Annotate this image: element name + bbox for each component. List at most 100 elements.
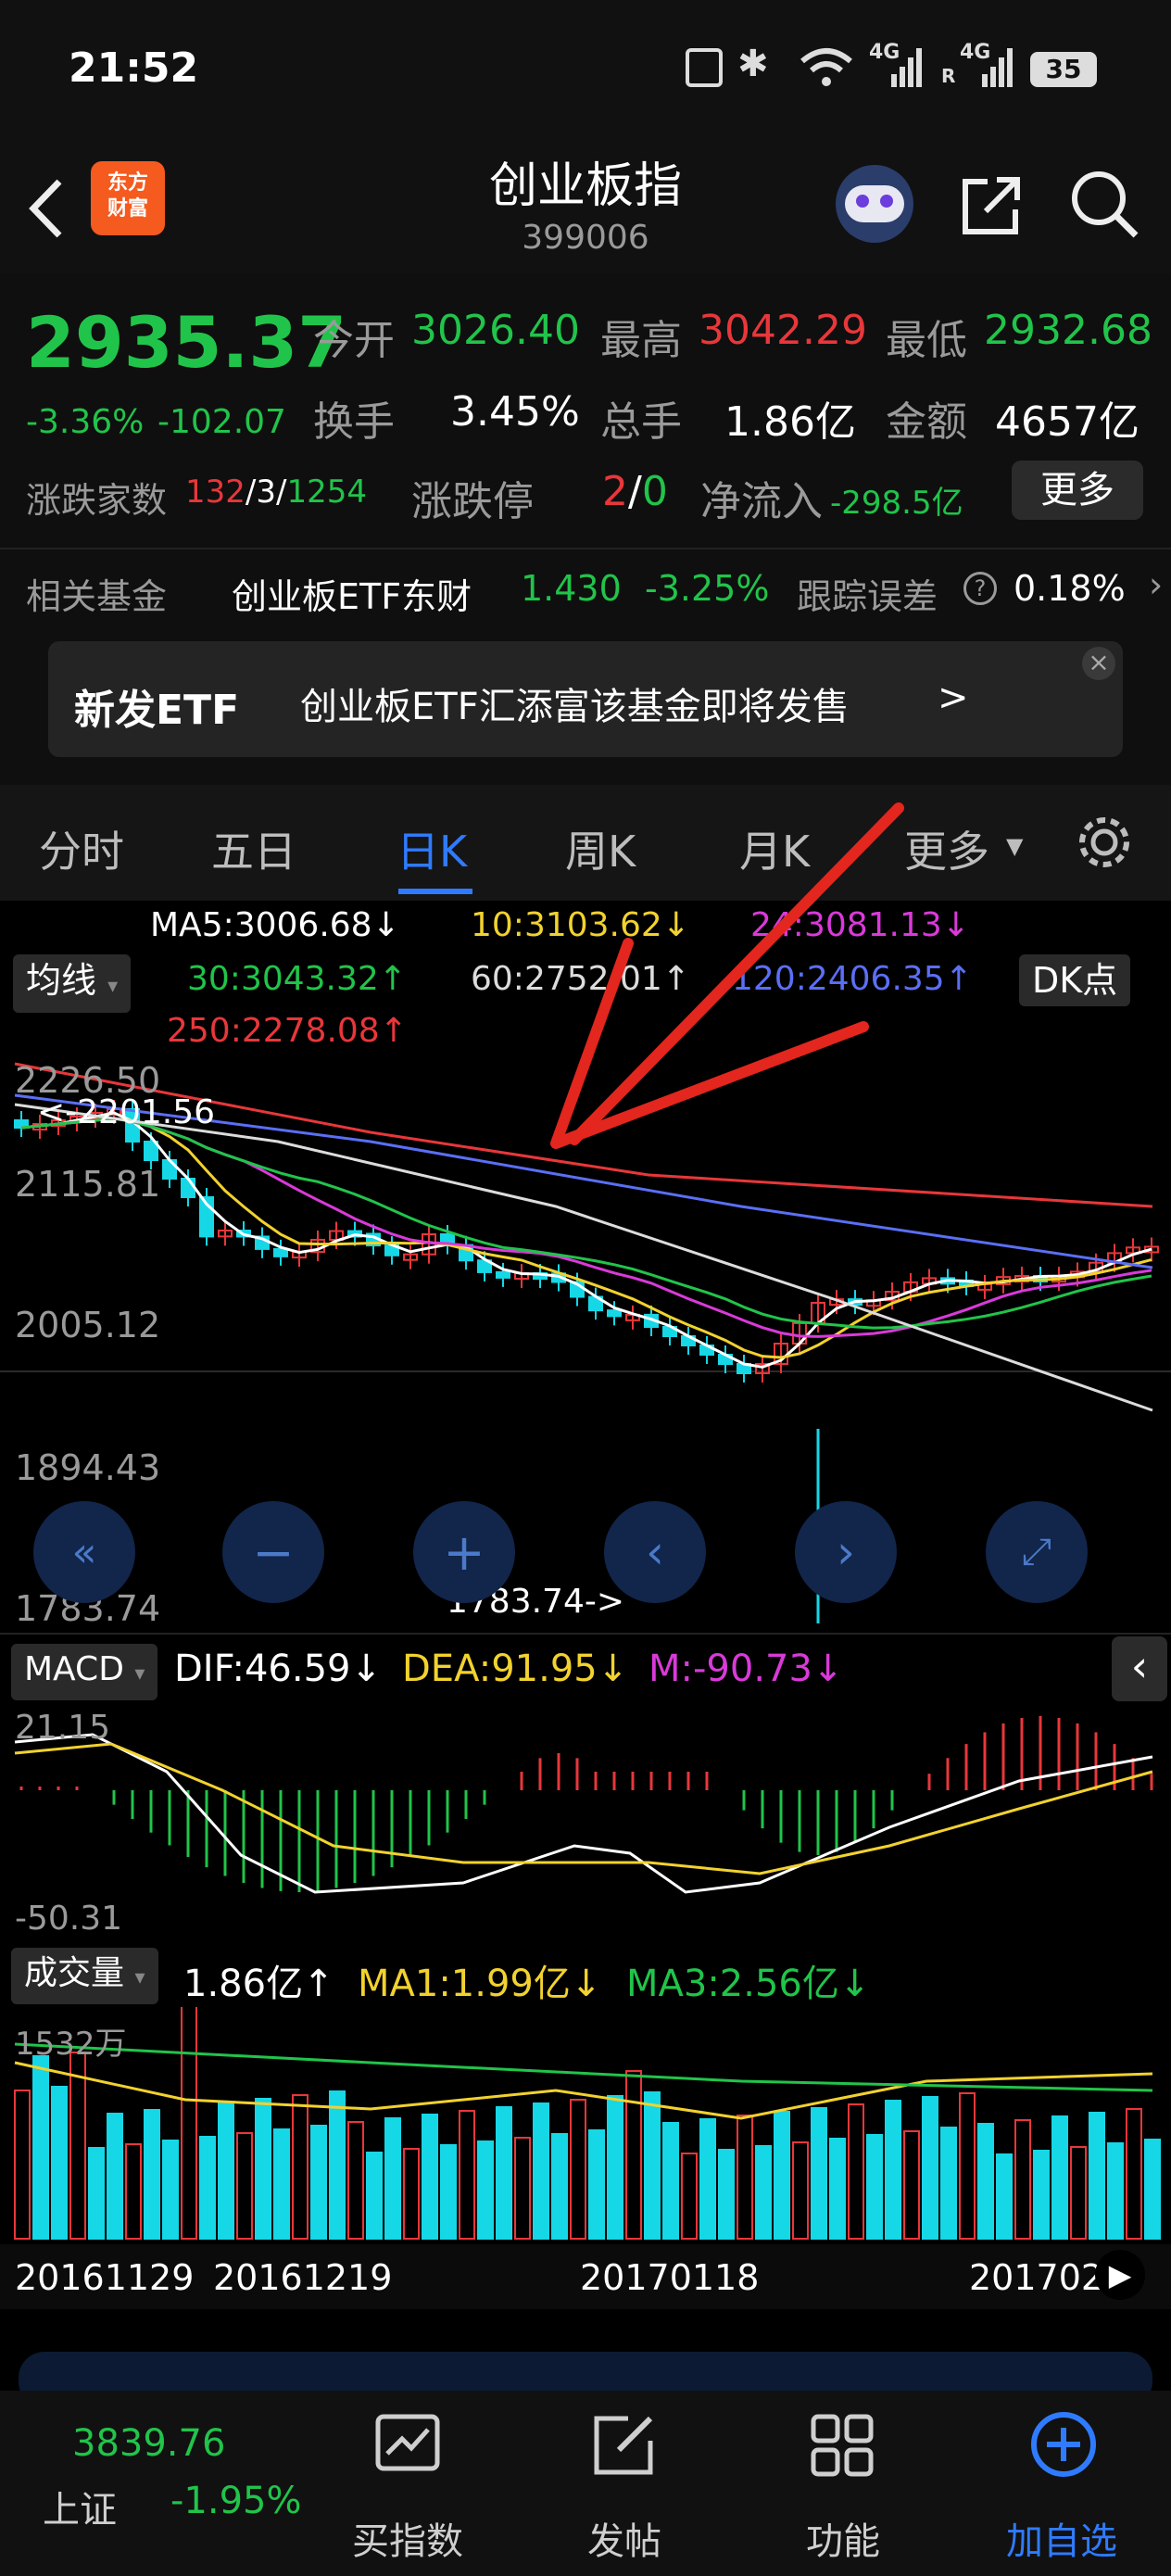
banner-text: 创业板ETF汇添富该基金即将发售 bbox=[300, 686, 850, 728]
volume-bar bbox=[514, 2137, 531, 2240]
close-icon[interactable]: × bbox=[1082, 647, 1115, 680]
flat-count: 3 bbox=[256, 474, 277, 511]
volume-bar bbox=[625, 2070, 642, 2240]
macd-toggle[interactable]: MACD ▾ bbox=[11, 1644, 158, 1700]
volume-bar bbox=[681, 2153, 698, 2240]
vibrate-icon bbox=[686, 48, 723, 87]
fund-change: -3.25% bbox=[645, 568, 770, 609]
volume-bar bbox=[88, 2147, 105, 2240]
high-label: 最高 bbox=[600, 317, 682, 364]
active-tab-indicator bbox=[398, 889, 472, 894]
volume-ma1-line bbox=[14, 2061, 1153, 2120]
tab-intraday[interactable]: 分时 bbox=[39, 818, 124, 879]
bluetooth-icon: ✱ bbox=[737, 43, 769, 85]
volume-bar bbox=[829, 2138, 846, 2240]
volume-bar bbox=[866, 2134, 883, 2240]
candle-body bbox=[273, 1247, 288, 1257]
volume-bar bbox=[199, 2136, 216, 2240]
volume-bar bbox=[162, 2140, 179, 2240]
volume-bar bbox=[1126, 2108, 1142, 2240]
volume-bar bbox=[940, 2127, 957, 2240]
volume-toggle-label: 成交量 bbox=[24, 1954, 125, 1992]
functions-button[interactable]: 功能 bbox=[769, 2511, 917, 2565]
volume-bar bbox=[1033, 2150, 1050, 2240]
post-icon[interactable] bbox=[591, 2413, 658, 2478]
dk-point-button[interactable]: DK点 bbox=[1019, 954, 1131, 1006]
macd-dif: DIF:46.59↓ bbox=[174, 1648, 383, 1690]
step-left-button[interactable]: ‹ bbox=[604, 1501, 706, 1603]
annotation-arrow bbox=[550, 802, 904, 1149]
date-label-1: 20161129 bbox=[15, 2257, 195, 2298]
volume-bar bbox=[292, 2094, 308, 2240]
add-watchlist-button[interactable]: 加自选 bbox=[988, 2511, 1136, 2565]
fullscreen-button[interactable]: ⤢ bbox=[986, 1501, 1088, 1603]
netflow-label: 净流入 bbox=[700, 478, 823, 525]
volume-ma3: MA3:2.56亿↓ bbox=[626, 1963, 871, 2005]
more-quote-button[interactable]: 更多 bbox=[1012, 461, 1143, 520]
volume-bar bbox=[384, 2117, 401, 2240]
date-label-3: 20170118 bbox=[580, 2257, 760, 2298]
index-price: 3839.76 bbox=[72, 2422, 226, 2465]
add-watchlist-icon[interactable] bbox=[1028, 2409, 1099, 2480]
volume-bar bbox=[551, 2133, 568, 2240]
volume-bar bbox=[699, 2118, 716, 2240]
open-value: 3026.40 bbox=[411, 307, 580, 354]
index-change: -1.95% bbox=[170, 2480, 302, 2522]
index-name[interactable]: 上证 bbox=[43, 2480, 117, 2533]
functions-icon[interactable] bbox=[810, 2413, 875, 2478]
zoom-out-button[interactable]: − bbox=[222, 1501, 324, 1603]
status-time: 21:52 bbox=[69, 44, 199, 92]
volume-bar bbox=[310, 2125, 327, 2240]
volume-bar bbox=[792, 2141, 809, 2240]
zoom-in-button[interactable]: + bbox=[413, 1501, 515, 1603]
tab-daily-k[interactable]: 日K bbox=[397, 818, 467, 879]
chevron-right-icon[interactable]: › bbox=[1149, 564, 1163, 605]
macd-y-top: 21.15 bbox=[15, 1709, 111, 1747]
banner-tag: 新发ETF bbox=[74, 687, 240, 734]
buy-index-icon[interactable] bbox=[374, 2413, 441, 2478]
settings-icon[interactable] bbox=[1075, 813, 1134, 872]
search-icon[interactable] bbox=[1069, 169, 1140, 239]
volume-bar bbox=[236, 2132, 253, 2240]
volume-bar bbox=[366, 2152, 383, 2240]
volume-bar bbox=[1070, 2146, 1087, 2240]
play-icon[interactable]: ▶ bbox=[1095, 2250, 1145, 2300]
bottom-toolbar: 3839.76 上证 -1.95% 买指数 发帖 功能 加自选 bbox=[0, 2391, 1171, 2576]
volume-bar bbox=[496, 2106, 512, 2240]
share-icon[interactable] bbox=[960, 172, 1025, 237]
limit-down-count: 0 bbox=[641, 468, 668, 515]
change-value: -102.07 bbox=[157, 403, 286, 441]
y-label-4: 1894.43 bbox=[15, 1447, 161, 1488]
volume-bar bbox=[774, 2111, 790, 2240]
ma-toggle-label: 均线 bbox=[26, 960, 97, 1001]
robot-assistant-icon[interactable] bbox=[836, 165, 913, 243]
buy-index-button[interactable]: 买指数 bbox=[334, 2511, 482, 2565]
divider bbox=[0, 548, 1171, 549]
down-count: 1254 bbox=[286, 474, 368, 511]
scroll-left-button[interactable]: « bbox=[33, 1501, 135, 1603]
volume-bar bbox=[51, 2086, 68, 2240]
signal-icon-1 bbox=[891, 48, 922, 87]
macd-svg bbox=[14, 1716, 1153, 1894]
ma-toggle[interactable]: 均线 ▾ bbox=[13, 954, 132, 1013]
limit-up-count: 2 bbox=[602, 468, 628, 515]
post-button[interactable]: 发帖 bbox=[550, 2511, 699, 2565]
volume-value: 1.86亿 bbox=[724, 398, 856, 446]
new-etf-banner[interactable]: 新发ETF 创业板ETF汇添富该基金即将发售 > × bbox=[48, 641, 1123, 757]
volume-bar bbox=[255, 2098, 271, 2240]
banner-arrow: > bbox=[938, 676, 969, 719]
volume-bar bbox=[347, 2121, 364, 2240]
volume-bar bbox=[32, 2055, 49, 2240]
volume-bar bbox=[403, 2148, 420, 2240]
collapse-panel-button[interactable]: ‹ bbox=[1112, 1636, 1167, 1701]
volume-bar bbox=[440, 2144, 457, 2240]
tab-five-day[interactable]: 五日 bbox=[211, 818, 296, 879]
volume-toggle[interactable]: 成交量 ▾ bbox=[11, 1948, 158, 2004]
high-marker: <-2201.56 bbox=[37, 1093, 216, 1131]
fund-name[interactable]: 创业板ETF东财 bbox=[232, 568, 472, 619]
volume-bar bbox=[459, 2110, 475, 2240]
help-icon[interactable]: ? bbox=[963, 572, 997, 605]
step-right-button[interactable]: › bbox=[795, 1501, 897, 1603]
volume-bar bbox=[14, 2090, 31, 2240]
amount-value: 4657亿 bbox=[995, 398, 1140, 446]
